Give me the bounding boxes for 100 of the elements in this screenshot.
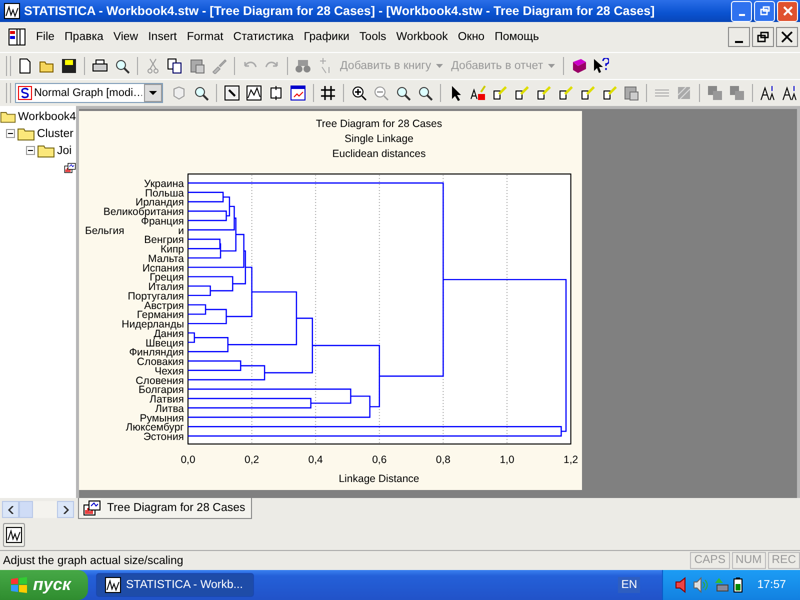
collapse-toggle[interactable] <box>26 146 35 155</box>
rotate-icon[interactable] <box>268 85 284 101</box>
caret-icon <box>548 64 556 68</box>
leaf-label: Ирландия <box>136 196 184 209</box>
network-icon[interactable] <box>713 577 730 593</box>
minimize-icon <box>735 41 743 43</box>
menu-item[interactable]: Статистика <box>229 31 300 43</box>
tree-item[interactable]: Workbook4 <box>18 110 76 122</box>
menu-item[interactable]: Format <box>182 31 230 43</box>
axis-tick-label: 0,6 <box>372 454 387 466</box>
leaf-label: Люксембург <box>126 422 184 434</box>
close-icon <box>782 6 792 16</box>
help-pointer-icon[interactable] <box>593 58 610 74</box>
chart-title: Single Linkage <box>344 133 414 145</box>
graph-document-icon <box>83 500 101 516</box>
style-icon <box>18 86 32 100</box>
language-indicator[interactable]: EN <box>618 577 640 593</box>
text-tool-icon[interactable] <box>470 85 486 101</box>
chart-title: Euclidean distances <box>332 148 426 160</box>
print-icon[interactable] <box>92 58 108 74</box>
font-larger-icon[interactable] <box>760 85 776 101</box>
folder-icon <box>37 143 55 158</box>
caret-icon <box>436 64 444 68</box>
window-icon[interactable] <box>290 85 306 101</box>
axis-tick-label: 1,2 <box>564 454 578 466</box>
binoculars-icon[interactable] <box>295 58 311 74</box>
zoom-in-icon[interactable] <box>351 85 368 101</box>
taskbar-button[interactable]: STATISTICA - Workb... <box>96 573 254 597</box>
close-button[interactable] <box>776 27 798 47</box>
zoom-icon[interactable] <box>395 85 412 101</box>
status-indicator: CAPS <box>690 552 730 569</box>
chart-title: Tree Diagram for 28 Cases <box>316 118 442 130</box>
menu-item[interactable]: View <box>109 31 144 43</box>
paste-icon[interactable] <box>623 85 640 101</box>
print-preview-icon[interactable] <box>114 58 130 74</box>
axis-tick-label: 0,4 <box>308 454 323 466</box>
minimize-button[interactable] <box>728 27 750 47</box>
workbook-icon[interactable] <box>8 28 26 46</box>
scroll-left-icon <box>6 506 14 514</box>
graph-icon[interactable] <box>246 85 262 101</box>
graph-window-button[interactable] <box>3 523 25 547</box>
leaf-label: Греция <box>150 272 184 284</box>
axis-tick-label: 0,8 <box>436 454 450 466</box>
selection-icon[interactable] <box>224 85 240 101</box>
axis-tick-label: 0,0 <box>180 454 196 466</box>
leaf-label: Германия <box>136 309 184 322</box>
zoom-out-icon[interactable] <box>373 85 390 101</box>
save-icon[interactable] <box>61 58 77 74</box>
pencil-icon[interactable] <box>558 85 574 101</box>
dropdown-arrow-icon <box>148 91 157 95</box>
zoom-icon[interactable] <box>192 85 209 101</box>
pencil-icon[interactable] <box>536 85 552 101</box>
leaf-label: Бельгия <box>85 224 124 237</box>
window-title: STATISTICA - Workbook4.stw - [Tree Diagram for 28 Cases] - [Workbook4.stw - Tree Diagram for 28 Cases] <box>24 4 656 18</box>
horizontal-scrollbar[interactable] <box>2 501 74 518</box>
folder-icon <box>0 109 16 124</box>
minimize-icon <box>738 14 744 16</box>
axis-tick-label: 1,0 <box>500 454 514 466</box>
status-message: Adjust the graph actual size/scaling <box>3 554 184 566</box>
volume-icon[interactable] <box>693 577 710 593</box>
close-icon <box>781 31 793 43</box>
windows-logo-icon <box>10 577 28 593</box>
pencil-icon[interactable] <box>492 85 508 101</box>
pencil-icon[interactable] <box>580 85 596 101</box>
document-tab[interactable]: Tree Diagram for 28 Cases <box>78 498 252 519</box>
paste-icon[interactable] <box>189 58 205 74</box>
restore-icon <box>757 31 769 43</box>
menu-item[interactable]: Правка <box>60 31 110 43</box>
leaf-label: Венгрия <box>144 234 184 246</box>
start-button[interactable]: пуск <box>0 570 88 600</box>
menu-item[interactable]: Окно <box>454 31 491 43</box>
pencil-icon[interactable] <box>602 85 618 101</box>
zoom-icon[interactable] <box>417 85 434 101</box>
tree-item[interactable]: Cluster <box>37 128 74 140</box>
copy-icon[interactable] <box>167 58 183 74</box>
collapse-toggle[interactable] <box>6 129 15 138</box>
layers-icon[interactable] <box>729 85 746 101</box>
folder-icon <box>17 126 35 141</box>
leaf-label: Финляндия <box>129 346 184 359</box>
scroll-right-icon <box>62 506 70 514</box>
app-icon <box>105 577 121 593</box>
leaf-label: Румыния <box>140 412 184 424</box>
menu-item[interactable]: File <box>32 31 61 43</box>
font-smaller-icon[interactable] <box>782 85 798 101</box>
restore-icon <box>760 6 770 16</box>
menu-item[interactable]: Помощь <box>490 31 545 43</box>
battery-icon[interactable] <box>733 577 744 593</box>
leaf-label: Словения <box>136 374 184 387</box>
pencil-icon[interactable] <box>514 85 530 101</box>
menu-item[interactable]: Tools <box>355 31 392 43</box>
restore-button[interactable] <box>752 27 774 47</box>
clock: 17:57 <box>757 579 786 591</box>
menu-item[interactable]: Insert <box>144 31 183 43</box>
leaf-label: Испания <box>142 262 184 274</box>
new-file-icon[interactable] <box>17 58 33 74</box>
grid-icon[interactable] <box>320 85 336 101</box>
layers-icon[interactable] <box>707 85 724 101</box>
menu-item[interactable]: Графики <box>300 31 356 43</box>
menu-item[interactable]: Workbook <box>392 31 454 43</box>
tree-item[interactable]: Joi <box>57 144 72 156</box>
